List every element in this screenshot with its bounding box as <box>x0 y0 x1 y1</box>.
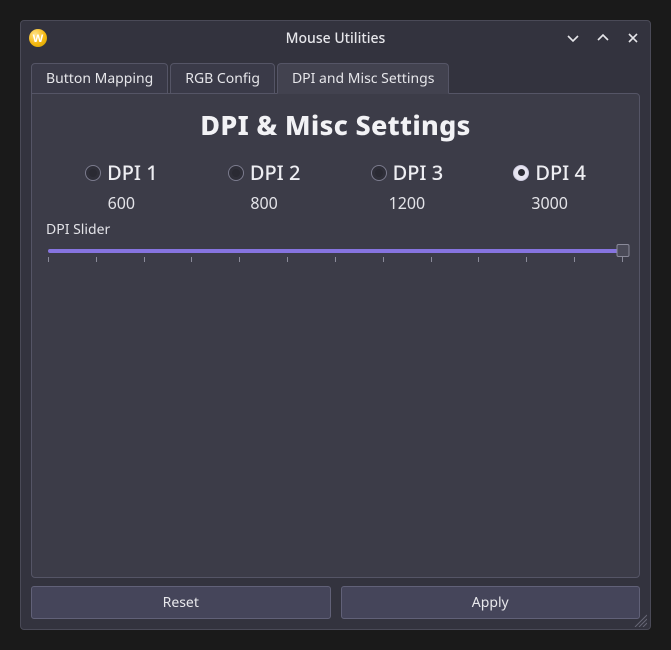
slider-tick <box>383 257 384 262</box>
action-button-row: Reset Apply <box>31 586 640 619</box>
window-controls <box>564 29 642 47</box>
slider-tick <box>574 257 575 262</box>
panel-heading: DPI & Misc Settings <box>46 106 625 143</box>
app-icon-letter: W <box>33 31 44 46</box>
dpi-radio-label: DPI 3 <box>393 159 444 186</box>
dpi-value: 1200 <box>389 192 426 214</box>
dpi-value: 3000 <box>531 192 568 214</box>
tab-bar: Button MappingRGB ConfigDPI and Misc Set… <box>31 63 640 94</box>
dpi-option-1: DPI 1 600 <box>85 159 158 214</box>
close-button[interactable] <box>624 29 642 47</box>
tab-button-mapping[interactable]: Button Mapping <box>31 63 168 94</box>
dpi-value: 800 <box>250 192 277 214</box>
slider-tick <box>144 257 145 262</box>
slider-tick <box>96 257 97 262</box>
slider-tick <box>48 257 49 262</box>
dpi-radio-label: DPI 4 <box>535 159 586 186</box>
radio-icon <box>513 165 529 181</box>
slider-tick <box>287 257 288 262</box>
minimize-button[interactable] <box>564 29 582 47</box>
window-title: Mouse Utilities <box>21 29 650 48</box>
slider-tick <box>526 257 527 262</box>
radio-icon <box>85 165 101 181</box>
dpi-option-2: DPI 2 800 <box>228 159 301 214</box>
slider-track <box>48 249 623 253</box>
radio-icon <box>228 165 244 181</box>
apply-button[interactable]: Apply <box>341 586 641 619</box>
slider-ticks <box>48 257 623 267</box>
slider-tick <box>239 257 240 262</box>
content-area: Button MappingRGB ConfigDPI and Misc Set… <box>21 55 650 629</box>
dpi-radio-2[interactable]: DPI 2 <box>228 159 301 186</box>
settings-panel: DPI & Misc Settings DPI 1600DPI 2800DPI … <box>31 93 640 578</box>
chevron-down-icon <box>566 31 580 45</box>
slider-thumb[interactable] <box>617 244 630 257</box>
app-icon: W <box>29 29 47 47</box>
dpi-radio-4[interactable]: DPI 4 <box>513 159 586 186</box>
chevron-up-icon <box>596 31 610 45</box>
dpi-radio-label: DPI 1 <box>107 159 158 186</box>
dpi-radio-label: DPI 2 <box>250 159 301 186</box>
dpi-option-row: DPI 1 600 DPI 2 800 DPI 3 1200 DPI 4 3000 <box>50 159 621 214</box>
radio-icon <box>371 165 387 181</box>
close-icon <box>626 31 640 45</box>
tab-dpi-and-misc-settings[interactable]: DPI and Misc Settings <box>277 63 449 94</box>
slider-tick <box>335 257 336 262</box>
dpi-value: 600 <box>108 192 135 214</box>
slider-tick <box>478 257 479 262</box>
app-window: W Mouse Utilities Button MappingRGB Conf… <box>20 20 651 630</box>
dpi-radio-3[interactable]: DPI 3 <box>371 159 444 186</box>
titlebar: W Mouse Utilities <box>21 21 650 55</box>
dpi-option-3: DPI 3 1200 <box>371 159 444 214</box>
resize-grip-icon <box>631 611 647 627</box>
maximize-button[interactable] <box>594 29 612 47</box>
slider-tick <box>622 257 623 262</box>
dpi-option-4: DPI 4 3000 <box>513 159 586 214</box>
tab-rgb-config[interactable]: RGB Config <box>170 63 275 94</box>
dpi-radio-1[interactable]: DPI 1 <box>85 159 158 186</box>
slider-tick <box>431 257 432 262</box>
dpi-slider-label: DPI Slider <box>46 220 625 239</box>
reset-button[interactable]: Reset <box>31 586 331 619</box>
resize-grip[interactable] <box>631 610 647 626</box>
dpi-slider[interactable] <box>48 243 623 273</box>
slider-tick <box>191 257 192 262</box>
